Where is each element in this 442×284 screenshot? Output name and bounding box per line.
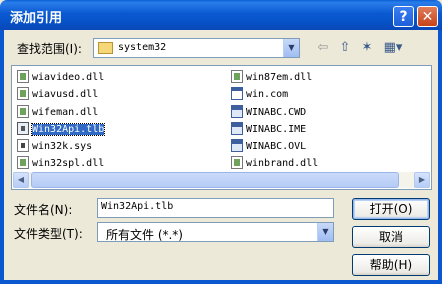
horizontal-scrollbar[interactable]: ◀ ▶ xyxy=(13,172,430,188)
chevron-down-icon[interactable]: ▼ xyxy=(283,39,299,57)
chevron-down-icon[interactable]: ▼ xyxy=(317,223,333,241)
dll-file-icon xyxy=(231,156,243,169)
window-frame-left xyxy=(0,30,4,284)
folder-icon xyxy=(98,42,113,54)
lookin-label: 查找范围(I): xyxy=(17,42,82,56)
dll-file-icon xyxy=(17,70,29,83)
cancel-button[interactable]: 取消 xyxy=(352,226,430,248)
dll-file-icon xyxy=(17,87,29,100)
help-button[interactable]: 帮助(H) xyxy=(352,254,430,276)
ime-file-icon xyxy=(231,122,243,135)
file-name: Win32Api.tlb xyxy=(30,123,106,136)
window-frame-right xyxy=(438,30,442,284)
file-item[interactable]: WINABC.OVL xyxy=(231,139,306,155)
filetype-dropdown[interactable]: 所有文件 (*.*) ▼ xyxy=(97,222,334,242)
file-item[interactable]: win32spl.dll xyxy=(17,156,104,172)
file-item[interactable]: winbrand.dll xyxy=(231,156,318,172)
new-folder-icon[interactable]: ✶ xyxy=(357,39,377,57)
open-button[interactable]: 打开(O) xyxy=(352,198,430,220)
file-name: winbrand.dll xyxy=(246,158,319,169)
title-bar[interactable] xyxy=(0,0,442,30)
dll-file-icon xyxy=(17,156,29,169)
window-title: 添加引用 xyxy=(10,11,63,26)
file-name: win.com xyxy=(246,89,289,100)
scroll-left-icon[interactable]: ◀ xyxy=(13,172,29,188)
filetype-value: 所有文件 (*.*) xyxy=(106,228,183,242)
ime-file-icon xyxy=(231,139,243,152)
lookin-value: system32 xyxy=(118,42,167,53)
file-name: wiavusd.dll xyxy=(32,89,99,100)
file-name: WINABC.CWD xyxy=(246,107,307,118)
lookin-dropdown[interactable]: system32 ▼ xyxy=(93,38,300,58)
back-arrow-icon[interactable]: ⇦ xyxy=(313,39,333,57)
file-item[interactable]: wifeman.dll xyxy=(17,105,98,121)
dll-file-icon xyxy=(17,105,29,118)
file-list[interactable]: wiavideo.dll wiavusd.dll wifeman.dll Win… xyxy=(11,65,432,190)
file-name: win32spl.dll xyxy=(32,158,105,169)
file-name: WINABC.OVL xyxy=(246,141,307,152)
ime-file-icon xyxy=(231,105,243,118)
help-title-button[interactable]: ? xyxy=(393,6,414,27)
file-name: wifeman.dll xyxy=(32,107,99,118)
file-item[interactable]: win.com xyxy=(231,87,288,103)
file-item[interactable]: win87em.dll xyxy=(231,70,312,86)
file-name: WINABC.IME xyxy=(246,124,307,135)
filetype-label: 文件类型(T): xyxy=(14,227,83,241)
scroll-right-icon[interactable]: ▶ xyxy=(414,172,430,188)
up-folder-icon[interactable]: ⇧ xyxy=(335,39,355,57)
com-file-icon xyxy=(231,87,243,100)
file-name: wiavideo.dll xyxy=(32,72,105,83)
file-item[interactable]: WINABC.IME xyxy=(231,122,306,138)
sys-file-icon xyxy=(17,139,29,152)
views-menu-icon[interactable]: ▦▾ xyxy=(381,39,405,57)
window-frame-bottom xyxy=(0,280,442,284)
scrollbar-thumb[interactable] xyxy=(31,172,399,188)
file-item[interactable]: wiavusd.dll xyxy=(17,87,98,103)
tlb-file-icon xyxy=(17,122,29,135)
close-button[interactable]: ✕ xyxy=(417,6,438,27)
filename-label: 文件名(N): xyxy=(14,203,73,217)
file-item[interactable]: wiavideo.dll xyxy=(17,70,104,86)
filename-input[interactable]: Win32Api.tlb xyxy=(97,198,334,218)
dll-file-icon xyxy=(231,70,243,83)
file-name: win87em.dll xyxy=(246,72,313,83)
file-item[interactable]: WINABC.CWD xyxy=(231,105,306,121)
file-item[interactable]: win32k.sys xyxy=(17,139,92,155)
file-item-selected[interactable]: Win32Api.tlb xyxy=(17,122,106,138)
file-name: win32k.sys xyxy=(32,141,93,152)
